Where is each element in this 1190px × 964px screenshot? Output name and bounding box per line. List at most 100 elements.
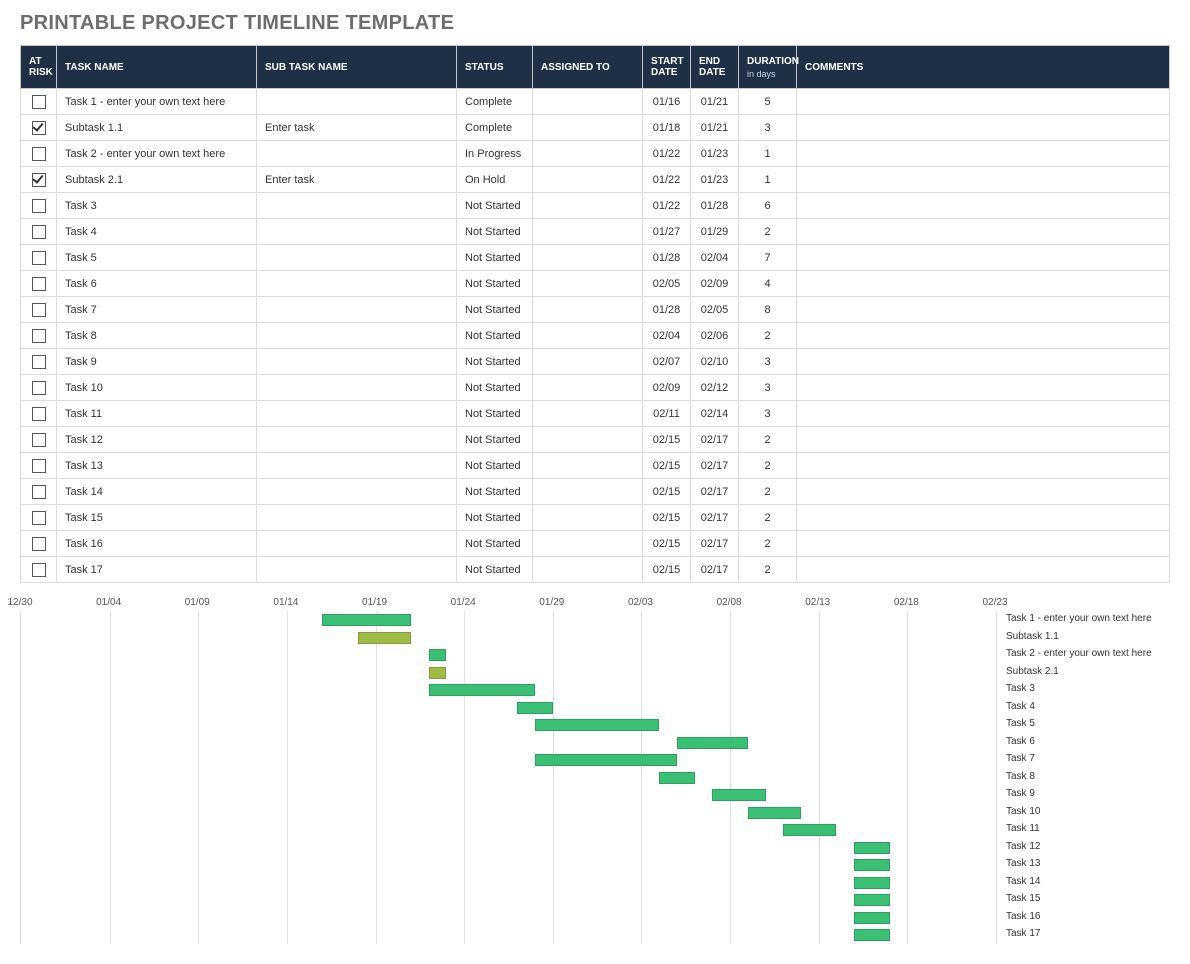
risk-cell[interactable] — [21, 427, 57, 453]
assigned-cell[interactable] — [533, 427, 643, 453]
sub-task-cell[interactable] — [257, 349, 457, 375]
task-name-cell[interactable]: Task 5 — [57, 245, 257, 271]
comments-cell[interactable] — [797, 401, 1170, 427]
comments-cell[interactable] — [797, 323, 1170, 349]
start-date-cell[interactable]: 02/15 — [643, 505, 691, 531]
risk-cell[interactable] — [21, 557, 57, 583]
task-name-cell[interactable]: Task 7 — [57, 297, 257, 323]
start-date-cell[interactable]: 02/15 — [643, 453, 691, 479]
assigned-cell[interactable] — [533, 375, 643, 401]
task-name-cell[interactable]: Task 1 - enter your own text here — [57, 89, 257, 115]
task-name-cell[interactable]: Task 3 — [57, 193, 257, 219]
task-name-cell[interactable]: Task 10 — [57, 375, 257, 401]
end-date-cell[interactable]: 02/06 — [691, 323, 739, 349]
risk-cell[interactable] — [21, 271, 57, 297]
checkbox-icon[interactable] — [32, 355, 46, 369]
end-date-cell[interactable]: 02/17 — [691, 479, 739, 505]
start-date-cell[interactable]: 02/15 — [643, 479, 691, 505]
checkbox-icon[interactable] — [32, 537, 46, 551]
assigned-cell[interactable] — [533, 297, 643, 323]
task-name-cell[interactable]: Task 12 — [57, 427, 257, 453]
checkbox-icon[interactable] — [32, 511, 46, 525]
task-name-cell[interactable]: Task 6 — [57, 271, 257, 297]
assigned-cell[interactable] — [533, 557, 643, 583]
start-date-cell[interactable]: 01/22 — [643, 141, 691, 167]
comments-cell[interactable] — [797, 531, 1170, 557]
start-date-cell[interactable]: 01/22 — [643, 167, 691, 193]
end-date-cell[interactable]: 01/23 — [691, 167, 739, 193]
end-date-cell[interactable]: 02/17 — [691, 557, 739, 583]
checkbox-icon[interactable] — [32, 277, 46, 291]
checkbox-icon[interactable] — [32, 147, 46, 161]
sub-task-cell[interactable] — [257, 271, 457, 297]
status-cell[interactable]: Complete — [457, 115, 533, 141]
comments-cell[interactable] — [797, 505, 1170, 531]
checkbox-icon[interactable] — [32, 563, 46, 577]
start-date-cell[interactable]: 02/04 — [643, 323, 691, 349]
sub-task-cell[interactable] — [257, 479, 457, 505]
sub-task-cell[interactable] — [257, 323, 457, 349]
task-name-cell[interactable]: Task 8 — [57, 323, 257, 349]
task-name-cell[interactable]: Subtask 1.1 — [57, 115, 257, 141]
status-cell[interactable]: Not Started — [457, 271, 533, 297]
end-date-cell[interactable]: 02/10 — [691, 349, 739, 375]
start-date-cell[interactable]: 01/28 — [643, 245, 691, 271]
end-date-cell[interactable]: 02/05 — [691, 297, 739, 323]
sub-task-cell[interactable] — [257, 297, 457, 323]
risk-cell[interactable] — [21, 505, 57, 531]
sub-task-cell[interactable] — [257, 193, 457, 219]
assigned-cell[interactable] — [533, 401, 643, 427]
checkbox-icon[interactable] — [32, 459, 46, 473]
comments-cell[interactable] — [797, 219, 1170, 245]
risk-cell[interactable] — [21, 115, 57, 141]
risk-cell[interactable] — [21, 349, 57, 375]
comments-cell[interactable] — [797, 89, 1170, 115]
task-name-cell[interactable]: Task 11 — [57, 401, 257, 427]
end-date-cell[interactable]: 01/21 — [691, 115, 739, 141]
assigned-cell[interactable] — [533, 505, 643, 531]
task-name-cell[interactable]: Task 2 - enter your own text here — [57, 141, 257, 167]
status-cell[interactable]: In Progress — [457, 141, 533, 167]
comments-cell[interactable] — [797, 271, 1170, 297]
start-date-cell[interactable]: 02/11 — [643, 401, 691, 427]
assigned-cell[interactable] — [533, 479, 643, 505]
comments-cell[interactable] — [797, 167, 1170, 193]
risk-cell[interactable] — [21, 219, 57, 245]
checkbox-icon[interactable] — [32, 407, 46, 421]
end-date-cell[interactable]: 01/23 — [691, 141, 739, 167]
comments-cell[interactable] — [797, 349, 1170, 375]
assigned-cell[interactable] — [533, 167, 643, 193]
checkbox-icon[interactable] — [32, 199, 46, 213]
start-date-cell[interactable]: 01/28 — [643, 297, 691, 323]
checkbox-icon[interactable] — [32, 485, 46, 499]
sub-task-cell[interactable] — [257, 427, 457, 453]
sub-task-cell[interactable] — [257, 401, 457, 427]
checkbox-icon[interactable] — [32, 433, 46, 447]
start-date-cell[interactable]: 01/27 — [643, 219, 691, 245]
checkbox-icon[interactable] — [32, 381, 46, 395]
comments-cell[interactable] — [797, 141, 1170, 167]
sub-task-cell[interactable] — [257, 245, 457, 271]
end-date-cell[interactable]: 01/28 — [691, 193, 739, 219]
assigned-cell[interactable] — [533, 531, 643, 557]
checkbox-icon[interactable] — [32, 303, 46, 317]
risk-cell[interactable] — [21, 89, 57, 115]
comments-cell[interactable] — [797, 427, 1170, 453]
status-cell[interactable]: Not Started — [457, 297, 533, 323]
assigned-cell[interactable] — [533, 323, 643, 349]
sub-task-cell[interactable] — [257, 219, 457, 245]
task-name-cell[interactable]: Task 16 — [57, 531, 257, 557]
end-date-cell[interactable]: 02/17 — [691, 427, 739, 453]
sub-task-cell[interactable] — [257, 453, 457, 479]
risk-cell[interactable] — [21, 531, 57, 557]
status-cell[interactable]: Not Started — [457, 193, 533, 219]
risk-cell[interactable] — [21, 141, 57, 167]
start-date-cell[interactable]: 02/07 — [643, 349, 691, 375]
comments-cell[interactable] — [797, 453, 1170, 479]
comments-cell[interactable] — [797, 115, 1170, 141]
sub-task-cell[interactable]: Enter task — [257, 167, 457, 193]
comments-cell[interactable] — [797, 245, 1170, 271]
assigned-cell[interactable] — [533, 271, 643, 297]
start-date-cell[interactable]: 02/05 — [643, 271, 691, 297]
task-name-cell[interactable]: Task 17 — [57, 557, 257, 583]
